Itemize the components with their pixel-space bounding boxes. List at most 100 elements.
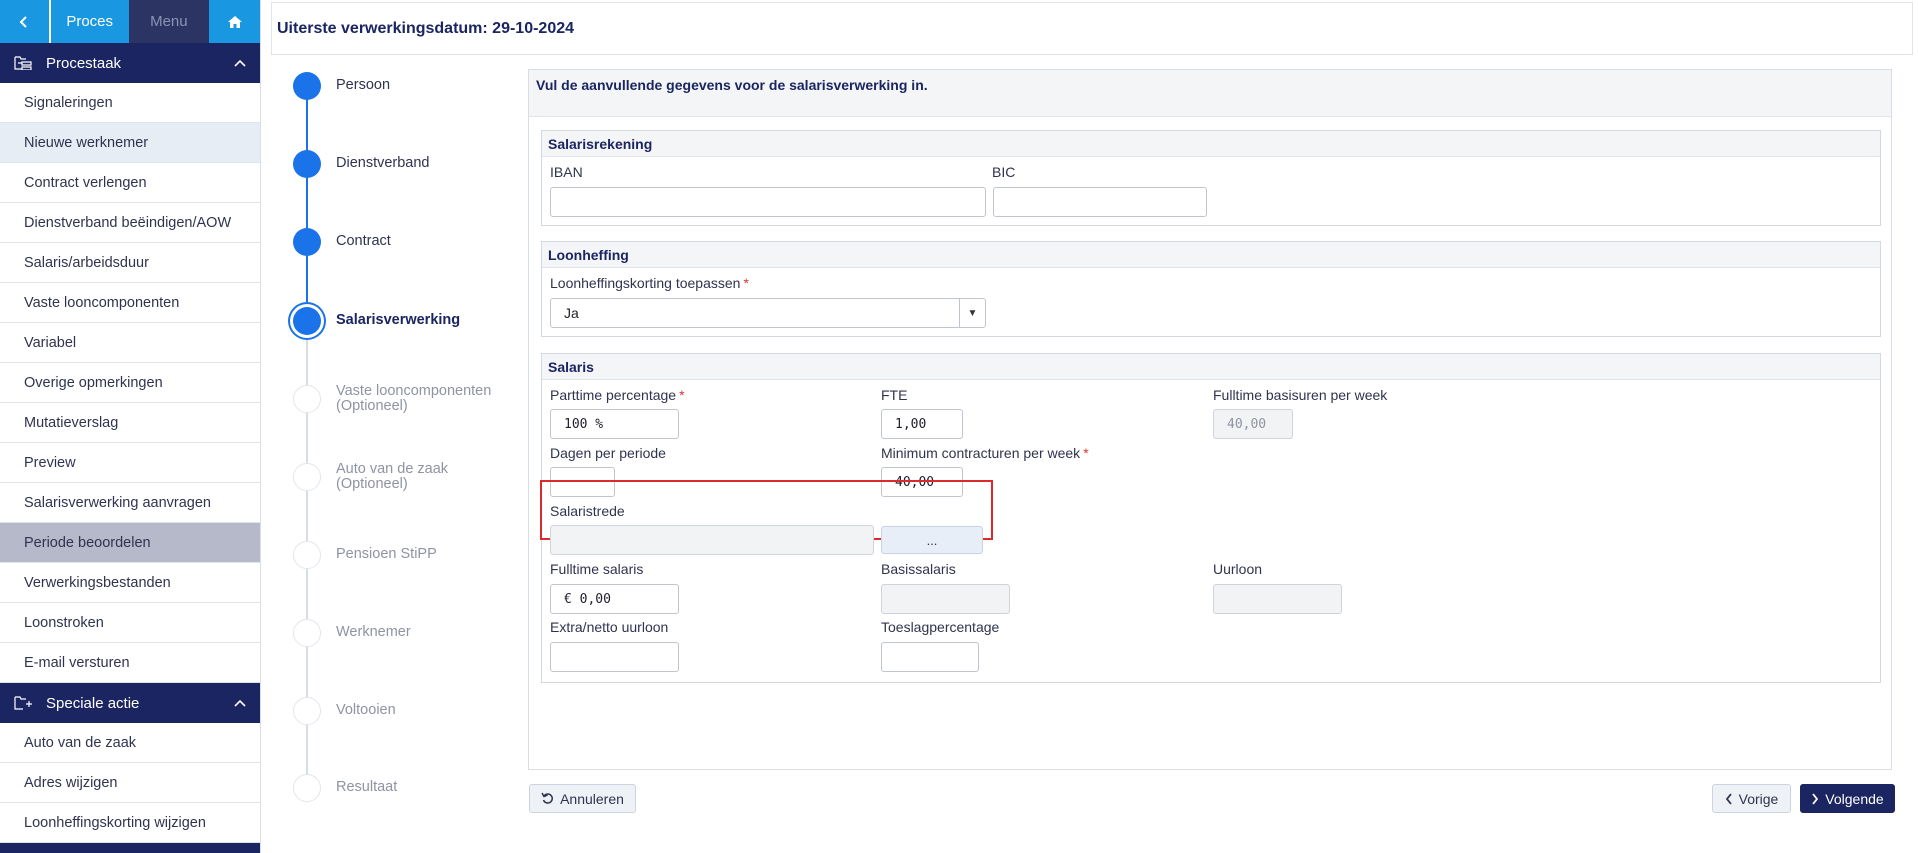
toeslagpercentage-input[interactable] bbox=[881, 642, 979, 672]
basissalaris-input bbox=[881, 584, 1010, 614]
iban-input[interactable] bbox=[550, 187, 986, 217]
sidebar-item-signaleringen[interactable]: Signaleringen bbox=[0, 83, 260, 123]
loonheffingskorting-label: Loonheffingskorting toepassen * bbox=[550, 275, 749, 291]
extra-uurloon-label: Extra/netto uurloon bbox=[550, 619, 669, 635]
annuleren-button[interactable]: Annuleren bbox=[529, 784, 636, 813]
step-auto-van-de-zaak[interactable]: Auto van de zaak (Optioneel) bbox=[290, 462, 520, 503]
volgende-label: Volgende bbox=[1825, 790, 1884, 807]
sidebar-item-dienstverband-beeindigen[interactable]: Dienstverband beëindigen/AOW bbox=[0, 203, 260, 243]
salaristrede-lookup-button[interactable]: ... bbox=[881, 526, 983, 554]
fieldset-loonheffing: Loonheffing Loonheffingskorting toepasse… bbox=[541, 241, 1881, 337]
sidebar-item-periode-beoordelen[interactable]: Periode beoordelen bbox=[0, 523, 260, 563]
sidebar-bottom-strip bbox=[0, 843, 260, 853]
wizard-stepper: Persoon Dienstverband Contract Salarisve… bbox=[290, 72, 520, 802]
step-label-group: Vaste looncomponenten (Optioneel) bbox=[336, 384, 491, 414]
extra-uurloon-input[interactable] bbox=[550, 642, 679, 672]
step-label: Pensioen StiPP bbox=[336, 546, 437, 562]
basissalaris-label: Basissalaris bbox=[881, 561, 956, 577]
volgende-button[interactable]: Volgende bbox=[1800, 784, 1895, 813]
step-werknemer[interactable]: Werknemer bbox=[290, 619, 520, 659]
step-label: Dienstverband bbox=[336, 155, 430, 171]
vorige-button[interactable]: Vorige bbox=[1712, 784, 1791, 813]
step-vaste-looncomponenten[interactable]: Vaste looncomponenten (Optioneel) bbox=[290, 384, 520, 425]
sidebar-item-loonstroken[interactable]: Loonstroken bbox=[0, 603, 260, 643]
sidebar-item-overige-opmerkingen[interactable]: Overige opmerkingen bbox=[0, 363, 260, 403]
section-speciale-actie-label: Speciale actie bbox=[46, 694, 140, 712]
section-speciale-actie[interactable]: Speciale actie bbox=[0, 683, 260, 723]
sidebar-item-mutatieverslag[interactable]: Mutatieverslag bbox=[0, 403, 260, 443]
required-asterisk: * bbox=[1083, 445, 1089, 461]
step-dot-pending bbox=[293, 774, 321, 802]
step-dienstverband[interactable]: Dienstverband bbox=[290, 150, 520, 190]
step-dot-pending bbox=[293, 463, 321, 491]
sidebar-item-adres-wijzigen[interactable]: Adres wijzigen bbox=[0, 763, 260, 803]
fulltime-basisuren-input bbox=[1213, 409, 1293, 439]
sidebar-item-nieuwe-werknemer[interactable]: Nieuwe werknemer bbox=[0, 123, 260, 163]
uurloon-input bbox=[1213, 584, 1342, 614]
step-voltooien[interactable]: Voltooien bbox=[290, 697, 520, 737]
chevron-up-icon bbox=[234, 699, 246, 707]
step-dot-pending bbox=[293, 541, 321, 569]
step-pensioen-stipp[interactable]: Pensioen StiPP bbox=[290, 541, 520, 581]
step-resultaat[interactable]: Resultaat bbox=[290, 774, 520, 814]
step-contract[interactable]: Contract bbox=[290, 228, 520, 268]
iban-label: IBAN bbox=[550, 164, 583, 180]
step-label: Vaste looncomponenten bbox=[336, 383, 492, 399]
fulltime-basisuren-label: Fulltime basisuren per week bbox=[1213, 387, 1388, 403]
sidebar-item-contract-verlengen[interactable]: Contract verlengen bbox=[0, 163, 260, 203]
step-dot-pending bbox=[293, 619, 321, 647]
step-salarisverwerking[interactable]: Salarisverwerking bbox=[290, 307, 520, 347]
fte-input[interactable] bbox=[881, 409, 963, 439]
back-button[interactable] bbox=[0, 0, 49, 43]
parttime-input[interactable] bbox=[550, 409, 679, 439]
uurloon-label: Uurloon bbox=[1213, 561, 1263, 577]
fulltime-salaris-label: Fulltime salaris bbox=[550, 561, 644, 577]
sidebar-item-variabel[interactable]: Variabel bbox=[0, 323, 260, 363]
stepper-line-done bbox=[306, 86, 308, 322]
sidebar-item-email-versturen[interactable]: E-mail versturen bbox=[0, 643, 260, 683]
sidebar-item-loonheffingskorting-wijzigen[interactable]: Loonheffingskorting wijzigen bbox=[0, 803, 260, 843]
undo-icon bbox=[541, 792, 554, 804]
home-button[interactable] bbox=[209, 0, 260, 43]
annuleren-label: Annuleren bbox=[560, 790, 624, 807]
form-panel: Vul de aanvullende gegevens voor de sala… bbox=[528, 69, 1892, 770]
step-sublabel: (Optioneel) bbox=[336, 476, 408, 492]
sidebar-item-salarisverwerking-aanvragen[interactable]: Salarisverwerking aanvragen bbox=[0, 483, 260, 523]
tab-proces[interactable]: Proces bbox=[50, 0, 129, 43]
step-dot-pending bbox=[293, 385, 321, 413]
folder-tree-icon bbox=[14, 56, 32, 70]
sidebar-item-vaste-looncomponenten[interactable]: Vaste looncomponenten bbox=[0, 283, 260, 323]
fieldset-salarisrekening: Salarisrekening IBAN BIC bbox=[541, 130, 1881, 226]
step-sublabel: (Optioneel) bbox=[336, 398, 408, 414]
section-procestaak[interactable]: Procestaak bbox=[0, 43, 260, 83]
tab-menu[interactable]: Menu bbox=[128, 0, 210, 43]
step-persoon[interactable]: Persoon bbox=[290, 72, 520, 112]
sidebar: Proces Menu Procestaak Signaleringen Nie… bbox=[0, 0, 261, 853]
page-header: Uiterste verwerkingsdatum: 29-10-2024 bbox=[271, 2, 1913, 55]
sidebar-item-salaris-arbeidsduur[interactable]: Salaris/arbeidsduur bbox=[0, 243, 260, 283]
sidebar-item-auto-van-de-zaak[interactable]: Auto van de zaak bbox=[0, 723, 260, 763]
loonheffingskorting-select[interactable]: Ja ▼ bbox=[550, 298, 986, 328]
chevron-up-icon bbox=[234, 59, 246, 67]
bic-input[interactable] bbox=[993, 187, 1207, 217]
parttime-label: Parttime percentage * bbox=[550, 387, 685, 403]
toeslagpercentage-label: Toeslagpercentage bbox=[881, 619, 1000, 635]
sidebar-topbar: Proces Menu bbox=[0, 0, 260, 43]
folder-plus-icon bbox=[14, 696, 32, 710]
fulltime-salaris-input[interactable] bbox=[550, 584, 679, 614]
step-label: Salarisverwerking bbox=[336, 312, 461, 328]
chevron-right-icon bbox=[1812, 792, 1819, 805]
sidebar-item-preview[interactable]: Preview bbox=[0, 443, 260, 483]
sidebar-item-verwerkingsbestanden[interactable]: Verwerkingsbestanden bbox=[0, 563, 260, 603]
caret-down-icon[interactable]: ▼ bbox=[959, 299, 985, 327]
step-dot bbox=[293, 150, 321, 178]
step-dot-pending bbox=[293, 697, 321, 725]
loonheffingskorting-label-text: Loonheffingskorting toepassen bbox=[550, 275, 741, 291]
page-title: Uiterste verwerkingsdatum: 29-10-2024 bbox=[277, 19, 575, 37]
parttime-label-text: Parttime percentage bbox=[550, 387, 677, 403]
salaristrede-input bbox=[550, 525, 874, 555]
fieldset-legend: Salarisrekening bbox=[542, 131, 1880, 157]
section-procestaak-label: Procestaak bbox=[46, 54, 122, 72]
step-dot bbox=[293, 228, 321, 256]
step-label: Werknemer bbox=[336, 624, 411, 640]
